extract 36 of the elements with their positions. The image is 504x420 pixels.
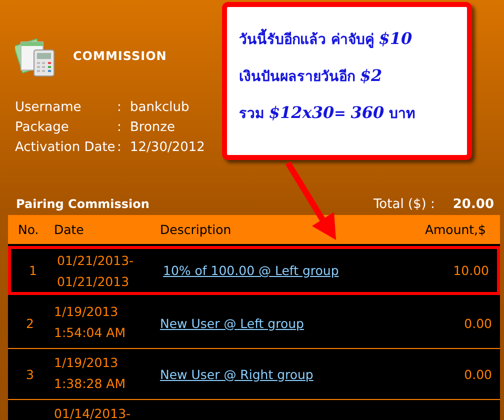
date-text: 1/19/2013	[54, 354, 120, 372]
column-header: Description	[160, 222, 232, 237]
info-value: Bronze	[130, 120, 176, 135]
date-text: 01/21/2013	[57, 273, 130, 291]
column-header: No.	[17, 222, 40, 237]
column-header: Amount,$	[424, 222, 487, 237]
amount-text: 0.00	[464, 316, 492, 330]
info-colon: :	[117, 100, 122, 115]
info-label: Activation Date	[15, 140, 116, 155]
date-text: 01/21/2013-	[57, 252, 135, 270]
column-header: Date	[53, 222, 85, 237]
callout-text: เงินปันผลรายวันอีก $2	[239, 66, 384, 87]
amount-text: 10.00	[453, 263, 489, 278]
date-text: 1:54:04 AM	[54, 324, 126, 342]
page-title: COMMISSION	[73, 49, 167, 63]
description-link[interactable]: New User @ Right group	[160, 366, 392, 382]
info-value: 12/30/2012	[130, 140, 206, 155]
row-number: 2	[26, 316, 35, 330]
info-value: bankclub	[130, 100, 190, 115]
info-colon: :	[117, 120, 122, 135]
total-label: Total ($) :	[373, 196, 435, 212]
info-colon: :	[117, 140, 122, 155]
description-link[interactable]: New User @ Left group	[160, 316, 392, 330]
amount-text: 0.00	[464, 366, 492, 382]
info-label: Username	[15, 100, 82, 115]
row-number: 1	[29, 263, 38, 278]
callout-text: วันนี้รับอีกแล้ว ค่าจับคู่ $10	[239, 29, 414, 50]
callout-text: รวม $12x30= 360 บาท	[239, 103, 416, 124]
description-link[interactable]: 10% of 100.00 @ Left group	[163, 263, 389, 278]
date-text: 1:38:28 AM	[54, 375, 126, 393]
date-text: 1/19/2013	[54, 303, 120, 321]
date-text: 01/14/2013-	[54, 405, 132, 420]
total-value: 20.00	[452, 196, 494, 212]
info-label: Package	[15, 120, 70, 135]
row-number: 3	[26, 366, 35, 382]
section-title: Pairing Commission	[16, 197, 150, 211]
